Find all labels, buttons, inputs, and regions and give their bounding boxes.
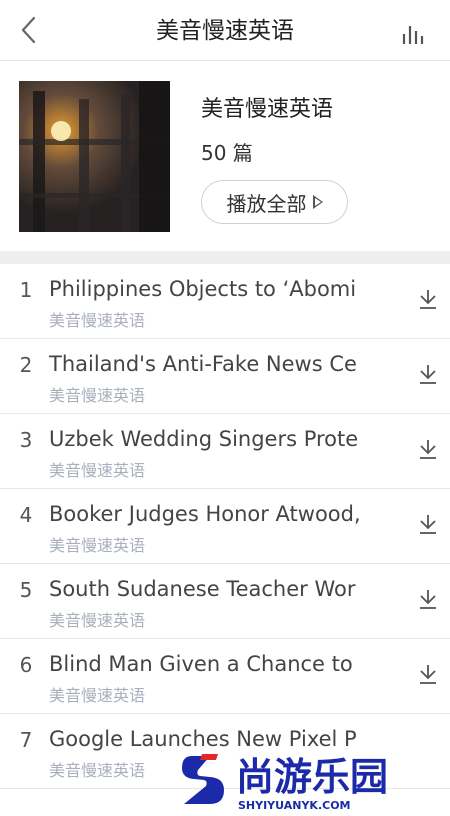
episode-number: 2 xyxy=(19,353,33,377)
list-item[interactable]: 5 South Sudanese Teacher Wor 美音慢速英语 xyxy=(0,564,450,639)
episode-subtitle: 美音慢速英语 xyxy=(49,686,146,705)
download-icon[interactable] xyxy=(418,513,438,535)
watermark-brand: 尚游乐园 xyxy=(236,755,388,799)
list-item[interactable]: 4 Booker Judges Honor Atwood, 美音慢速英语 xyxy=(0,489,450,564)
episode-subtitle: 美音慢速英语 xyxy=(49,761,146,780)
album-cover-image xyxy=(19,81,170,232)
episode-subtitle: 美音慢速英语 xyxy=(49,386,146,405)
episode-subtitle: 美音慢速英语 xyxy=(49,311,146,330)
section-divider xyxy=(0,251,450,264)
episode-title: Blind Man Given a Chance to xyxy=(49,652,353,676)
download-icon[interactable] xyxy=(418,588,438,610)
episode-count: 50 篇 xyxy=(201,141,253,165)
play-icon xyxy=(312,195,323,209)
list-item[interactable]: 6 Blind Man Given a Chance to 美音慢速英语 xyxy=(0,639,450,714)
album-title: 美音慢速英语 xyxy=(201,97,334,122)
watermark-url: SHYIYUANYK.COM xyxy=(238,799,351,812)
page-title: 美音慢速英语 xyxy=(156,18,294,44)
download-icon[interactable] xyxy=(418,438,438,460)
list-item[interactable]: 2 Thailand's Anti-Fake News Ce 美音慢速英语 xyxy=(0,339,450,414)
play-all-button[interactable]: 播放全部 xyxy=(201,180,348,224)
episode-number: 5 xyxy=(19,578,33,602)
watermark-logo: 尚游乐园 SHYIYUANYK.COM xyxy=(180,748,450,812)
download-icon[interactable] xyxy=(418,288,438,310)
episode-number: 6 xyxy=(19,653,33,677)
episode-subtitle: 美音慢速英语 xyxy=(49,461,146,480)
episode-number: 4 xyxy=(19,503,33,527)
album-header: 美音慢速英语 50 篇 播放全部 xyxy=(0,61,450,251)
list-item[interactable]: 3 Uzbek Wedding Singers Prote 美音慢速英语 xyxy=(0,414,450,489)
episode-title: South Sudanese Teacher Wor xyxy=(49,577,356,601)
episode-title: Thailand's Anti-Fake News Ce xyxy=(49,352,357,376)
episode-number: 3 xyxy=(19,428,33,452)
audio-bars-icon[interactable] xyxy=(402,22,428,46)
episode-list: 1 Philippines Objects to ‘Abomi 美音慢速英语 2… xyxy=(0,264,450,789)
episode-subtitle: 美音慢速英语 xyxy=(49,536,146,555)
download-icon[interactable] xyxy=(418,363,438,385)
download-icon[interactable] xyxy=(418,663,438,685)
episode-number: 7 xyxy=(19,728,33,752)
episode-title: Uzbek Wedding Singers Prote xyxy=(49,427,359,451)
top-nav: 美音慢速英语 xyxy=(0,0,450,61)
episode-subtitle: 美音慢速英语 xyxy=(49,611,146,630)
episode-title: Booker Judges Honor Atwood, xyxy=(49,502,361,526)
list-item[interactable]: 1 Philippines Objects to ‘Abomi 美音慢速英语 xyxy=(0,264,450,339)
play-all-label: 播放全部 xyxy=(226,191,307,216)
episode-title: Philippines Objects to ‘Abomi xyxy=(49,277,357,301)
episode-number: 1 xyxy=(19,278,33,302)
